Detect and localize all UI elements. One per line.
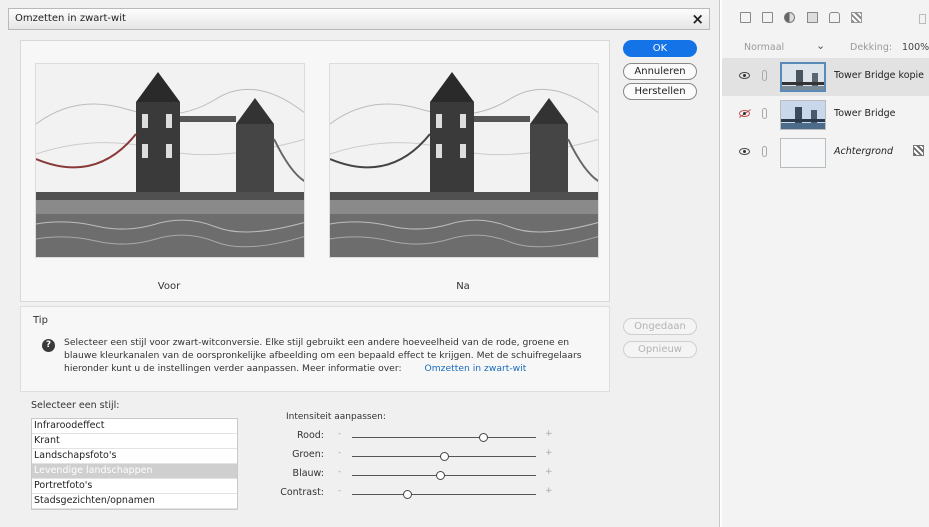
cancel-button[interactable]: Annuleren bbox=[623, 63, 697, 80]
redo-button[interactable]: Opnieuw bbox=[623, 341, 697, 358]
eye-hidden-icon[interactable] bbox=[739, 110, 750, 117]
trash-icon[interactable] bbox=[919, 14, 926, 24]
tower-bridge-before-image bbox=[36, 64, 304, 257]
green-slider-label: Groen: bbox=[292, 449, 324, 460]
red-slider-track[interactable] bbox=[352, 433, 536, 442]
tip-heading: Tip bbox=[33, 315, 48, 326]
layers-panel: Normaal ⌄ Dekking: 100% Tower Bridge kop… bbox=[722, 0, 929, 527]
green-slider-handle[interactable] bbox=[440, 452, 449, 461]
style-item-portraits[interactable]: Portretfoto's bbox=[32, 479, 237, 494]
style-item-urban-snapshots[interactable]: Stadsgezichten/opnamen bbox=[32, 494, 237, 509]
ok-button[interactable]: OK bbox=[623, 40, 697, 57]
dialog-title: Omzetten in zwart-wit bbox=[15, 13, 126, 24]
blue-slider-handle[interactable] bbox=[436, 471, 446, 480]
before-label: Voor bbox=[157, 281, 181, 292]
group-icon[interactable] bbox=[762, 12, 774, 23]
lock-icon[interactable] bbox=[828, 12, 840, 23]
preview-panel: Voor Na bbox=[20, 40, 610, 302]
eye-icon[interactable] bbox=[739, 72, 750, 79]
contrast-slider-handle[interactable] bbox=[403, 490, 413, 499]
layer-name[interactable]: Tower Bridge kopie bbox=[834, 70, 924, 81]
link-icon bbox=[762, 70, 767, 81]
layers-toolbar bbox=[740, 12, 870, 28]
blue-slider-row: Blauw: - + bbox=[280, 466, 580, 484]
red-slider-handle[interactable] bbox=[478, 433, 488, 442]
style-item-landscape[interactable]: Landschapsfoto's bbox=[32, 449, 237, 464]
tower-bridge-after-image bbox=[330, 64, 598, 257]
tip-panel: Tip ? Selecteer een stijl voor zwart-wit… bbox=[20, 306, 610, 392]
contrast-slider-label: Contrast: bbox=[280, 487, 324, 498]
minus-icon: - bbox=[338, 448, 342, 458]
minus-icon: - bbox=[338, 467, 342, 477]
minus-icon: - bbox=[338, 486, 342, 496]
minus-icon: - bbox=[338, 429, 342, 439]
contrast-slider-row: Contrast: - + bbox=[280, 485, 580, 503]
layer-name[interactable]: Tower Bridge bbox=[834, 108, 896, 119]
plus-icon: + bbox=[545, 467, 553, 477]
layer-thumbnail-image bbox=[782, 64, 824, 90]
tip-body: Selecteer een stijl voor zwart-witconver… bbox=[64, 336, 584, 375]
lock-icon bbox=[913, 145, 924, 156]
style-list-label: Selecteer een stijl: bbox=[31, 400, 120, 411]
layer-thumbnail-image bbox=[781, 101, 825, 129]
intensity-label: Intensiteit aanpassen: bbox=[286, 412, 386, 422]
close-icon[interactable]: × bbox=[691, 10, 704, 28]
opacity-label: Dekking: bbox=[850, 42, 893, 53]
layer-row-tower-bridge[interactable]: Tower Bridge bbox=[722, 96, 929, 134]
after-label: Na bbox=[456, 281, 470, 292]
style-item-vivid-landscapes[interactable]: Levendige landschappen bbox=[32, 464, 237, 479]
green-slider-track[interactable] bbox=[352, 452, 536, 461]
info-icon: ? bbox=[42, 339, 55, 352]
red-slider-row: Rood: - + bbox=[280, 428, 580, 446]
plus-icon: + bbox=[545, 448, 553, 458]
chevron-down-icon[interactable]: ⌄ bbox=[816, 39, 825, 52]
lock-transparency-icon[interactable] bbox=[850, 12, 862, 23]
style-item-newspaper[interactable]: Krant bbox=[32, 434, 237, 449]
reset-button[interactable]: Herstellen bbox=[623, 83, 697, 100]
style-item-infrared[interactable]: Infraroodeffect bbox=[32, 419, 237, 434]
layer-thumbnail bbox=[780, 62, 826, 92]
layer-row-tower-bridge-kopie[interactable]: Tower Bridge kopie bbox=[722, 58, 929, 96]
red-slider-label: Rood: bbox=[296, 430, 324, 441]
contrast-slider-track[interactable] bbox=[352, 490, 536, 499]
plus-icon: + bbox=[545, 429, 553, 439]
green-slider-row: Groen: - + bbox=[280, 447, 580, 465]
layer-thumbnail bbox=[780, 100, 826, 130]
new-layer-icon[interactable] bbox=[740, 12, 751, 23]
layer-row-achtergrond[interactable]: Achtergrond bbox=[722, 134, 929, 172]
mask-icon[interactable] bbox=[806, 12, 818, 23]
opacity-value[interactable]: 100% bbox=[902, 42, 929, 53]
eye-icon[interactable] bbox=[739, 148, 750, 155]
adjustment-layer-icon[interactable] bbox=[784, 12, 796, 23]
link-icon bbox=[762, 146, 767, 157]
layer-thumbnail bbox=[780, 138, 826, 168]
before-preview-image bbox=[35, 63, 305, 258]
style-list[interactable]: Infraroodeffect Krant Landschapsfoto's L… bbox=[31, 418, 238, 510]
dialog-titlebar: Omzetten in zwart-wit × bbox=[8, 8, 710, 30]
link-icon bbox=[762, 108, 767, 119]
convert-bw-dialog: Omzetten in zwart-wit × Voor Na Tip ? Se… bbox=[0, 0, 720, 527]
after-preview-image bbox=[329, 63, 599, 258]
blue-slider-label: Blauw: bbox=[292, 468, 324, 479]
blue-slider-track[interactable] bbox=[352, 471, 536, 480]
plus-icon: + bbox=[545, 486, 553, 496]
blend-mode-select[interactable]: Normaal bbox=[744, 42, 784, 53]
undo-button[interactable]: Ongedaan bbox=[623, 318, 697, 335]
layer-name[interactable]: Achtergrond bbox=[834, 146, 893, 157]
tip-help-link[interactable]: Omzetten in zwart-wit bbox=[424, 363, 526, 374]
